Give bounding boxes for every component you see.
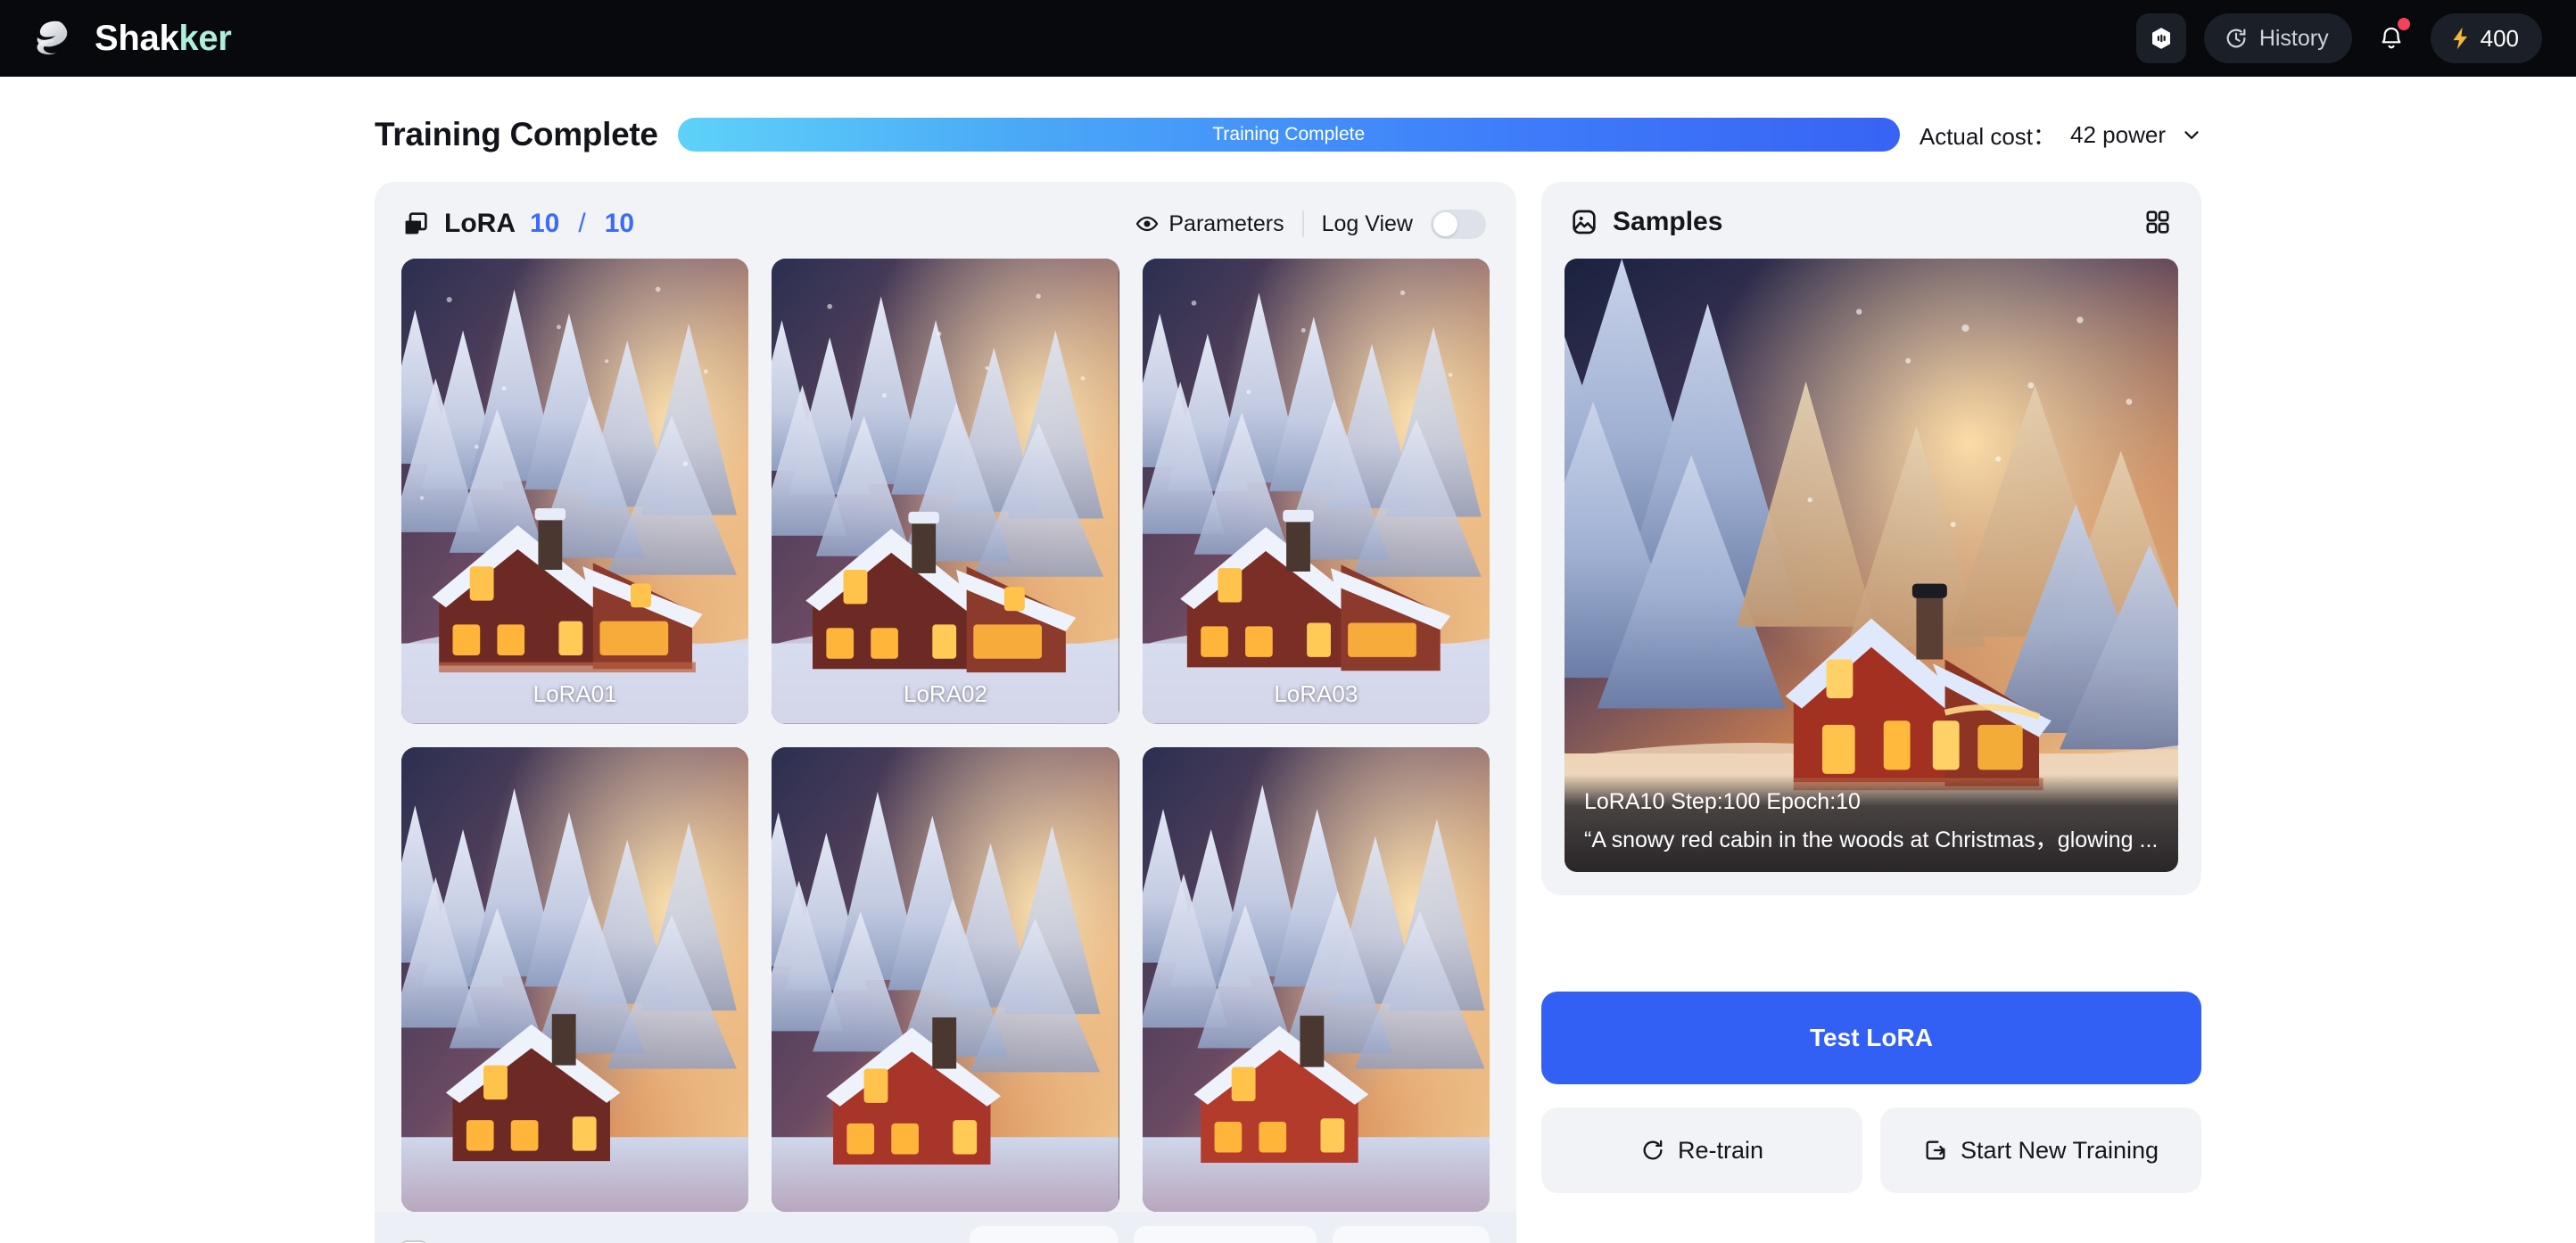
credits-value: 400 [2480, 24, 2519, 52]
lora-card[interactable] [772, 746, 1119, 1213]
samples-panel: Samples LoRA10 Step:100 Epoch:10 “A snow… [1541, 182, 2201, 895]
brand-name-part-b: ker [178, 19, 232, 58]
main-content: LoRA 10 / 10 Parameters Log View LoRA01 … [0, 153, 2576, 1243]
lora-panel-title: LoRA 10 / 10 [401, 209, 634, 239]
sample-preview-image[interactable]: LoRA10 Step:100 Epoch:10 “A snowy red ca… [1565, 259, 2178, 872]
top-header-bar: Shakker History 400 [0, 0, 2576, 77]
log-view-label: Log View [1321, 210, 1413, 236]
start-new-training-button[interactable]: Start New Training [1880, 1107, 2201, 1193]
chevron-down-icon [2180, 123, 2203, 146]
notifications-button[interactable] [2370, 15, 2413, 62]
sample-caption-meta: LoRA10 Step:100 Epoch:10 [1584, 789, 1861, 814]
timer-icon [2224, 26, 2249, 51]
lightning-icon [2448, 26, 2472, 51]
sample-caption-prompt: “A snowy red cabin in the woods at Chris… [1584, 827, 2159, 852]
start-new-training-label: Start New Training [1960, 1136, 2159, 1164]
lora-card[interactable]: LoRA03 [1142, 259, 1490, 724]
page-title: Training Complete [375, 116, 658, 152]
lora-card[interactable]: LoRA02 [772, 259, 1119, 724]
actual-cost-value: 42 power [2070, 120, 2166, 148]
retrain-button[interactable]: Re-train [1541, 1107, 1862, 1193]
credits-button[interactable]: 400 [2430, 13, 2542, 63]
lora-panel-header: LoRA 10 / 10 Parameters Log View [375, 182, 1516, 244]
header-actions: History 400 [2135, 13, 2542, 63]
refresh-icon [1640, 1138, 1665, 1163]
lora-cards-scroll-area[interactable]: LoRA01 LoRA02 LoRA03 [375, 244, 1516, 1213]
controls-divider [1301, 210, 1304, 237]
parameters-label: Parameters [1168, 210, 1284, 236]
history-button[interactable]: History [2203, 13, 2352, 63]
lora-card-label: LoRA01 [533, 679, 617, 707]
test-lora-button[interactable]: Test LoRA [1541, 992, 2201, 1084]
download-button[interactable]: Download [1133, 1226, 1317, 1243]
lora-label: LoRA [444, 209, 516, 238]
parameters-button[interactable]: Parameters [1135, 211, 1284, 237]
samples-panel-title: Samples [1570, 207, 1722, 237]
retrain-label: Re-train [1677, 1136, 1764, 1164]
training-status-row: Training Complete Training Complete Actu… [0, 77, 2576, 153]
sample-caption: LoRA10 Step:100 Epoch:10 “A snowy red ca… [1565, 775, 2178, 872]
lora-footer-actions-bar: Select All Selected0 Delete [375, 1212, 1516, 1243]
history-label: History [2258, 25, 2329, 51]
lora-count-done: 10 [529, 209, 560, 238]
actual-cost-dropdown[interactable]: Actual cost： 42 power [1920, 119, 2203, 152]
lora-count-separator: / [578, 209, 586, 238]
brand-name-part-a: Shak [95, 19, 179, 58]
image-icon [1570, 208, 1598, 236]
workspace-button[interactable] [2135, 13, 2186, 63]
page-body: Training Complete Training Complete Actu… [0, 77, 2576, 1243]
layers-icon [401, 210, 430, 238]
lora-card-label: LoRA03 [1274, 679, 1358, 707]
brand-logo-group[interactable]: Shakker [32, 18, 232, 59]
delete-button[interactable]: Delete [969, 1226, 1118, 1243]
lora-card[interactable] [1142, 746, 1490, 1213]
select-all-control[interactable]: Select All [401, 1239, 534, 1243]
secondary-action-row: Re-train Start New Training [1541, 1107, 2201, 1193]
publish-button[interactable]: Publish [1333, 1226, 1490, 1243]
lora-card-label: LoRA02 [904, 679, 987, 707]
progress-label: Training Complete [1212, 124, 1366, 144]
external-link-icon [1923, 1138, 1948, 1163]
lora-cards-grid: LoRA01 LoRA02 LoRA03 [401, 259, 1490, 1213]
lora-panel-controls: Parameters Log View [1135, 209, 1486, 239]
select-all-label: Select All [439, 1239, 534, 1243]
samples-panel-header: Samples [1565, 207, 2178, 259]
actual-cost-label: Actual cost： [1919, 122, 2057, 150]
lora-panel: LoRA 10 / 10 Parameters Log View LoRA01 … [375, 182, 1516, 1243]
right-column: Samples LoRA10 Step:100 Epoch:10 “A snow… [1541, 182, 2201, 1193]
hexagon-icon [2148, 25, 2175, 52]
log-view-toggle[interactable] [1431, 209, 1486, 239]
samples-label: Samples [1613, 207, 1723, 236]
lora-count-total: 10 [604, 209, 635, 238]
lora-card[interactable] [401, 746, 749, 1213]
notification-dot [2397, 18, 2410, 30]
brand-name: Shakker [95, 21, 232, 56]
grid-view-icon[interactable] [2144, 209, 2171, 235]
lora-card[interactable]: LoRA01 [401, 259, 749, 724]
eye-icon [1135, 211, 1160, 236]
bulk-action-buttons: Delete Download [969, 1226, 1490, 1243]
shakker-logo-icon [32, 18, 78, 59]
training-progress-bar: Training Complete [677, 118, 1900, 152]
